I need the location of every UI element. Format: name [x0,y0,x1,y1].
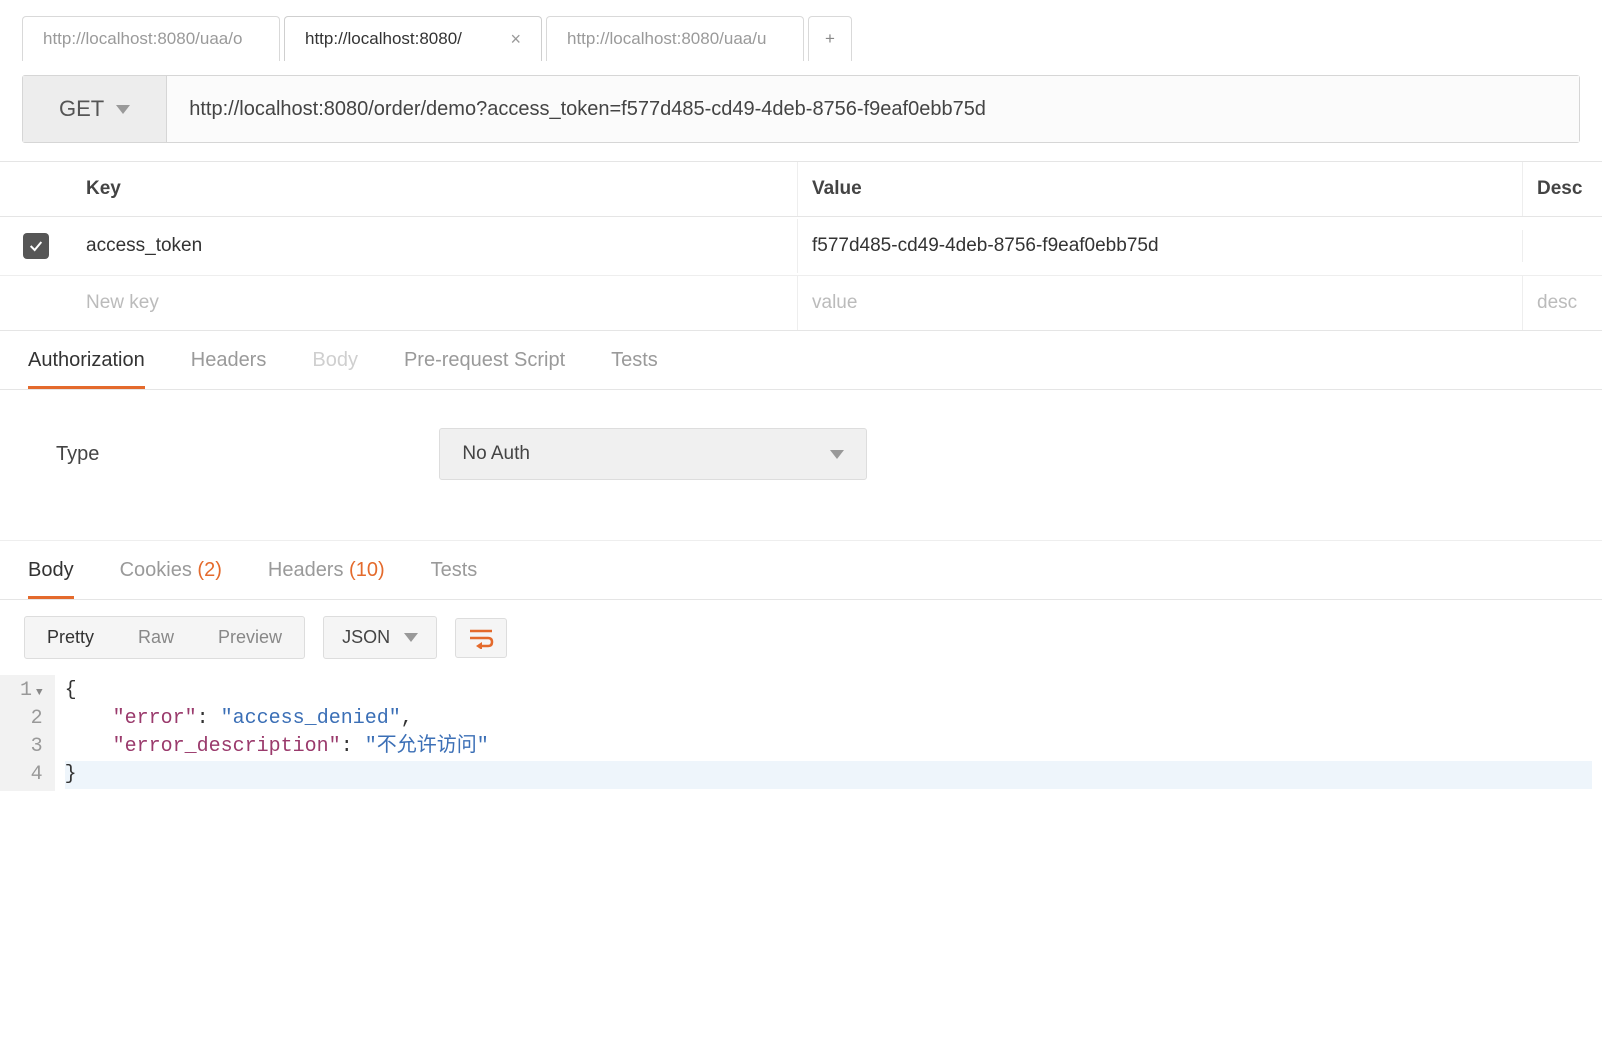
view-raw-button[interactable]: Raw [116,617,196,658]
comma: , [401,707,413,730]
param-key-input[interactable] [72,219,797,273]
json-key: "error_description" [113,735,341,758]
line-number: 3 [31,735,43,758]
param-desc-cell [1522,230,1602,262]
param-key-input-new[interactable] [72,276,797,330]
wrap-lines-button[interactable] [455,618,507,658]
fold-icon[interactable]: ▼ [36,687,43,699]
tab-response-tests[interactable]: Tests [431,559,478,599]
request-bar: GET [22,75,1580,143]
param-desc-input-new[interactable] [1522,276,1602,330]
line-number: 2 [31,707,43,730]
col-description: Desc [1522,162,1602,216]
line-number: 1 [20,679,32,702]
tab-label: http://localhost:8080/uaa/o [43,29,242,49]
tab-response-headers[interactable]: Headers (10) [268,559,385,599]
col-check [0,173,72,205]
tab-body[interactable]: Body [312,349,358,389]
cookies-count: (2) [197,559,221,581]
table-row [0,217,1602,275]
method-label: GET [59,96,104,122]
method-select[interactable]: GET [23,76,167,142]
language-label: JSON [342,627,390,648]
view-mode-group: Pretty Raw Preview [24,616,305,659]
params-header-row: Key Value Desc [0,162,1602,217]
line-gutter: 1 ▼ 2 3 4 [0,675,55,791]
format-bar: Pretty Raw Preview JSON [0,600,1602,675]
wrap-icon [468,627,494,649]
auth-type-label: Type [56,443,99,466]
chevron-down-icon [116,105,130,114]
json-string: "access_denied" [221,707,401,730]
param-value-input[interactable] [797,219,1522,273]
tab-label: http://localhost:8080/ [305,29,462,49]
response-body: 1 ▼ 2 3 4 { "error": "access_denied", "er… [0,675,1602,791]
tab-tests[interactable]: Tests [611,349,658,389]
headers-label: Headers [268,559,344,581]
plus-icon: + [825,29,835,49]
tab-inactive-2[interactable]: http://localhost:8080/uaa/u [546,16,804,61]
params-table: Key Value Desc [0,161,1602,331]
table-row-new [0,275,1602,330]
tab-authorization[interactable]: Authorization [28,349,145,389]
add-tab-button[interactable]: + [808,16,852,61]
request-tabs: Authorization Headers Body Pre-request S… [0,331,1602,390]
colon: : [197,707,221,730]
row-checkbox-cell [0,217,72,275]
url-input[interactable] [167,76,1579,142]
colon: : [341,735,365,758]
close-icon[interactable]: × [510,30,521,48]
line-number: 4 [31,763,43,786]
tab-label: http://localhost:8080/uaa/u [567,29,766,49]
col-value: Value [797,162,1522,216]
authorization-panel: Type No Auth [0,390,1602,541]
row-checkbox-cell [0,287,72,319]
auth-selected: No Auth [462,443,530,465]
brace-open: { [65,679,77,702]
auth-type-select[interactable]: No Auth [439,428,867,480]
tab-prerequest[interactable]: Pre-request Script [404,349,565,389]
checkbox-checked[interactable] [23,233,49,259]
cookies-label: Cookies [120,559,192,581]
headers-count: (10) [349,559,385,581]
tab-bar: http://localhost:8080/uaa/o http://local… [0,0,1602,61]
tab-response-cookies[interactable]: Cookies (2) [120,559,222,599]
tab-inactive-1[interactable]: http://localhost:8080/uaa/o [22,16,280,61]
col-key: Key [72,162,797,216]
brace-close: } [65,763,77,786]
json-string: "不允许访问" [365,735,489,758]
view-pretty-button[interactable]: Pretty [25,617,116,658]
chevron-down-icon [830,450,844,459]
tab-active[interactable]: http://localhost:8080/ × [284,16,542,61]
tab-response-body[interactable]: Body [28,559,74,599]
language-select[interactable]: JSON [323,616,437,659]
code-lines[interactable]: { "error": "access_denied", "error_descr… [55,675,1602,791]
check-icon [28,238,44,254]
param-value-input-new[interactable] [797,276,1522,330]
chevron-down-icon [404,633,418,642]
tab-headers[interactable]: Headers [191,349,267,389]
response-tabs: Body Cookies (2) Headers (10) Tests [0,541,1602,600]
view-preview-button[interactable]: Preview [196,617,304,658]
json-key: "error" [113,707,197,730]
